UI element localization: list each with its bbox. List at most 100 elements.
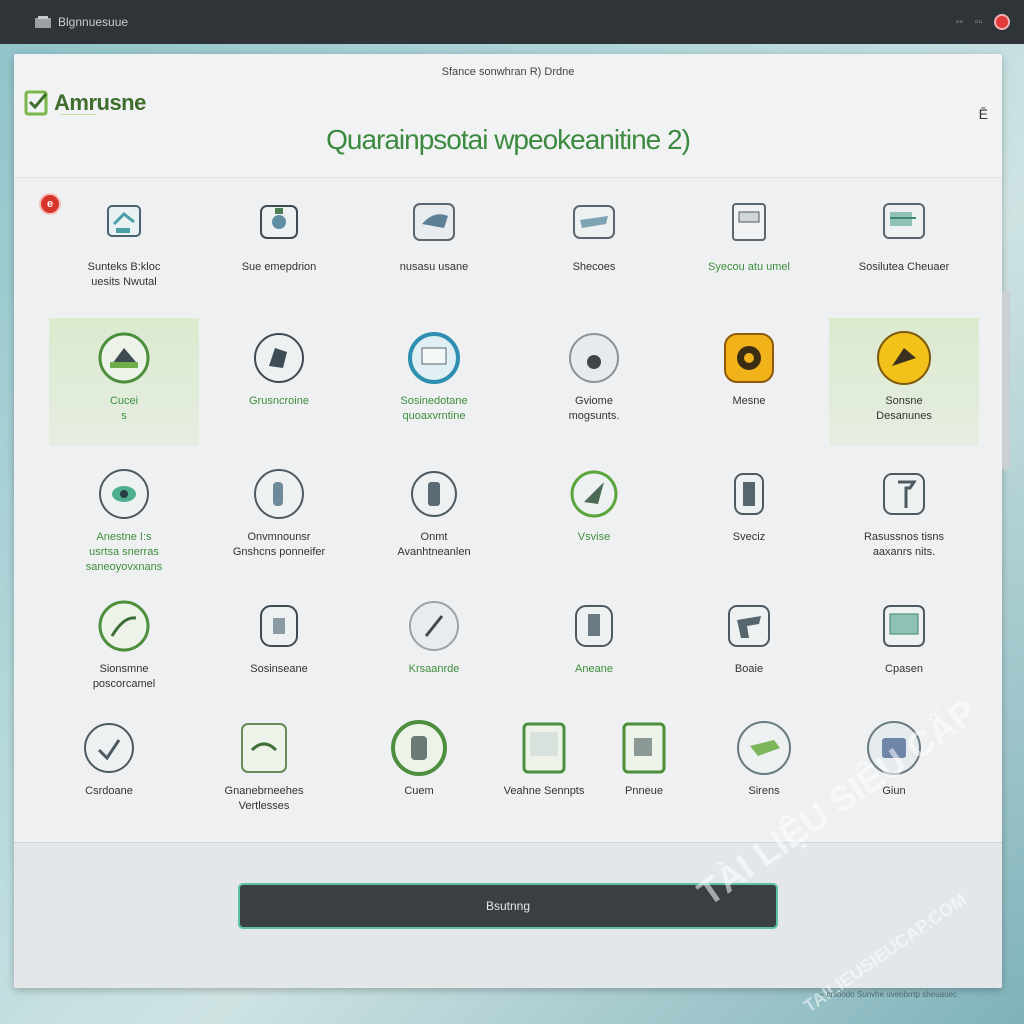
grid-item-label: Onvmnounsr Gnshcns ponneifer <box>232 531 326 558</box>
grid-item-label: Anestne I:s usrtsa snerras saneoyovxnans <box>85 531 163 573</box>
drop-icon <box>564 328 624 388</box>
grid-item[interactable]: Sionsmne poscorcamel <box>49 586 199 714</box>
docscan-icon <box>249 596 309 656</box>
camera-icon <box>94 328 154 388</box>
grid-item[interactable]: Sveciz <box>674 454 824 582</box>
notification-badge[interactable]: e <box>39 193 61 215</box>
grid-item-label: Cuem <box>404 785 434 797</box>
grid-item-label: Rasussnos tisns aaxanrs nits. <box>863 531 945 558</box>
grid-item-label: Krsaanrde <box>408 663 460 675</box>
title-bar: Blgnnuesuue ▫▫ ▫▫ <box>0 0 1024 44</box>
tablet-icon <box>614 718 674 778</box>
grid-item-label: Gviome mogsunts. <box>568 395 620 422</box>
grid-item[interactable]: Anestne I:s usrtsa snerras saneoyovxnans <box>49 454 199 582</box>
screen-icon <box>874 596 934 656</box>
window-title: Blgnnuesuue <box>58 15 129 29</box>
eye-icon <box>94 464 154 524</box>
grid-item[interactable]: Rasussnos tisns aaxanrs nits. <box>829 454 979 582</box>
grid-item[interactable]: Sosinedotane quoaxvrntine <box>359 318 509 446</box>
grid-item[interactable]: Sosinseane <box>204 586 354 714</box>
grid-item[interactable]: Vsvise <box>519 454 669 582</box>
grid-item[interactable]: Sue emepdrion <box>204 184 354 312</box>
grid-item-label: Sionsmne poscorcamel <box>92 663 156 690</box>
yellowhand-icon <box>874 328 934 388</box>
scrollbar[interactable] <box>1002 290 1010 470</box>
page-title: Quarainpsotai wpeokeanitine 2) <box>326 124 691 155</box>
grid-item[interactable]: Boaie <box>674 586 824 714</box>
grid-item[interactable]: Csrdoane <box>49 708 169 836</box>
grid-item[interactable]: Sosilutea Cheuaer <box>829 184 979 312</box>
window-controls-text[interactable]: ▫▫ <box>956 17 963 28</box>
grid-item[interactable]: Cuem <box>359 708 479 836</box>
grid-item[interactable]: Aneane <box>519 586 669 714</box>
grid-item[interactable]: Pnneue <box>584 708 704 836</box>
grid-item[interactable]: nusasu usane <box>359 184 509 312</box>
cylinder-icon <box>719 464 779 524</box>
brand-logo-icon <box>24 90 48 116</box>
grid-item-label: Sunteks B:kloc uesits Nwutal <box>87 261 161 288</box>
check-icon <box>79 718 139 778</box>
icon-grid: Sunteks B:kloc uesits Nwutal Sue emepdrio… <box>14 178 1002 842</box>
grid-item[interactable]: Shecoes <box>519 184 669 312</box>
grid-item-label: Gnanebrneehes Vertlesses <box>224 785 304 812</box>
leaf-icon <box>564 464 624 524</box>
menu-glyph[interactable]: Ē <box>979 106 988 122</box>
box-icon <box>719 194 779 254</box>
grid-item-label: Grusncroine <box>249 395 309 407</box>
grid-item-label: Mesne <box>732 395 766 407</box>
grid-item-label: Cpasen <box>885 663 923 675</box>
app-icon[interactable] <box>34 15 52 29</box>
grid-item-label: Sirens <box>748 785 780 797</box>
grid-item[interactable]: Krsaanrde <box>359 586 509 714</box>
scanner-icon <box>249 194 309 254</box>
grid-item-label: Sosilutea Cheuaer <box>858 261 950 273</box>
window-controls-text-2[interactable]: ▫▫ <box>975 17 982 28</box>
grid-item-label: Aneane <box>575 663 613 675</box>
grid-item[interactable]: Sonsne Desanunes <box>829 318 979 446</box>
grid-item[interactable]: Sunteks B:kloc uesits Nwutal <box>49 184 199 312</box>
record-icon[interactable] <box>994 14 1010 30</box>
grid-item-label: Syecou atu umel <box>708 261 790 273</box>
brand-tagline: —————— <box>60 112 96 118</box>
grid-item-label: Sonsne Desanunes <box>876 395 932 422</box>
grid-item[interactable]: Onvmnounsr Gnshcns ponneifer <box>204 454 354 582</box>
glove-icon <box>389 718 449 778</box>
grid-item-label: Pnneue <box>625 785 663 797</box>
grid-item-label: Boaie <box>734 663 764 675</box>
grid-item[interactable]: Cucei s <box>49 318 199 446</box>
label-icon <box>404 328 464 388</box>
grid-item[interactable]: Grusncroine <box>204 318 354 446</box>
grid-item[interactable]: Syecou atu umel <box>674 184 824 312</box>
grid-item-label: Sveciz <box>732 531 766 543</box>
main-window: Sfance sonwhran R) Drdne Amrusne —————— … <box>14 54 1002 988</box>
wifi-icon <box>234 718 294 778</box>
header-subtitle: Sfance sonwhran R) Drdne <box>441 66 575 78</box>
slash-icon <box>404 596 464 656</box>
phone-icon <box>564 596 624 656</box>
grid-item-label: Csrdoane <box>85 785 133 797</box>
grid-item-label: Cucei s <box>109 395 139 422</box>
brand[interactable]: Amrusne —————— <box>24 88 146 118</box>
bottom-note: – cnloodo Sunvhe uvenbrrtp sheuauec <box>820 990 957 999</box>
grid-item-label: Shecoes <box>572 261 616 273</box>
printer-icon <box>874 194 934 254</box>
shoe-icon <box>734 718 794 778</box>
header: Sfance sonwhran R) Drdne Amrusne —————— … <box>14 54 1002 178</box>
grid-item-label: Onmt Avanhtneanlen <box>397 531 471 558</box>
grid-item[interactable]: Gnanebrneehes Vertlesses <box>204 708 324 836</box>
tray-icon <box>564 194 624 254</box>
gun-icon <box>719 596 779 656</box>
grid-item[interactable]: Onmt Avanhtneanlen <box>359 454 509 582</box>
yellowcam-icon <box>719 328 779 388</box>
grid-item-label: Sue emepdrion <box>241 261 317 273</box>
grid-item-label: Vsvise <box>577 531 611 543</box>
grid-item-label: Sosinedotane quoaxvrntine <box>400 395 468 422</box>
kiosk-icon <box>514 718 574 778</box>
grid-item-label: nusasu usane <box>399 261 469 273</box>
grid-item[interactable]: Gviome mogsunts. <box>519 318 669 446</box>
grid-item[interactable]: Mesne <box>674 318 824 446</box>
device-icon <box>94 194 154 254</box>
pen-icon <box>249 328 309 388</box>
bottle-icon <box>404 464 464 524</box>
grid-item-label: Sosinseane <box>250 663 308 675</box>
